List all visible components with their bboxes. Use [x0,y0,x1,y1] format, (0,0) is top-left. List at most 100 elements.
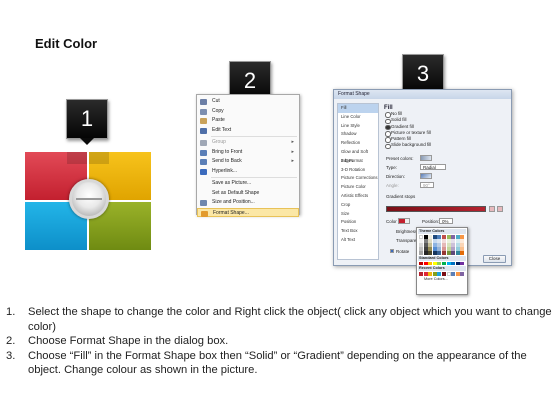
menu-item-label: Save as Picture... [212,180,252,186]
submenu-arrow-icon: ▸ [291,158,294,164]
menu-item-format-shape[interactable]: Format Shape... [197,207,299,217]
remove-stop-button[interactable] [497,206,503,212]
submenu-arrow-icon: ▸ [291,139,294,145]
menu-item-label: Copy [212,107,224,114]
recent-colors-heading: Recent Colors [418,266,466,272]
brightness-label: Brightness [396,229,418,234]
standard-color-grid [419,261,466,266]
instructions-list: 1. Select the shape to change the color a… [6,305,556,378]
menu-item-size-position[interactable]: Size and Position... [197,198,299,208]
menu-item-label: Format Shape... [213,209,249,216]
dialog-sidebar: Fill Line Color Line Style Shadow Reflec… [337,103,379,260]
menu-item-copy[interactable]: Copy [197,107,299,117]
bring-front-icon [200,149,207,156]
direction-label: Direction: [386,174,406,179]
type-dropdown[interactable]: Radial [420,164,446,170]
scissors-icon [200,99,207,105]
menu-separator [211,136,297,137]
theme-colors-heading: Theme Colors [418,229,466,234]
color-palette: Theme Colors Standard Colors Recent Colo… [416,227,468,295]
edit-text-icon [200,127,207,134]
sidebar-item-3d-rotation[interactable]: 3-D Rotation [338,166,378,175]
step-badge-1: 1 [66,99,108,145]
dialog-title: Format Shape [334,90,511,99]
four-quadrant-shape[interactable] [25,152,151,250]
gradient-stops-label: Gradient stops [386,194,416,199]
preset-colors-label: Preset colors: [386,156,414,161]
send-back-icon [200,159,207,165]
size-position-icon [200,200,207,206]
sidebar-item-shadow[interactable]: Shadow [338,130,378,139]
instruction-number: 1. [6,306,16,318]
submenu-arrow-icon: ▸ [291,148,294,155]
close-button[interactable]: Close [483,255,506,263]
more-colors-option[interactable]: More Colors... [418,277,466,282]
instruction-number: 2. [6,335,16,347]
instruction-item: 2. Choose Format Shape in the dialog box. [6,334,556,349]
menu-item-label: Edit Text [212,126,232,133]
sidebar-item-glow[interactable]: Glow and Soft Edges [338,148,378,163]
menu-item-bring-to-front[interactable]: Bring to Front ▸ [197,148,299,158]
sidebar-item-reflection[interactable]: Reflection [338,139,378,148]
menu-item-label: Size and Position... [212,199,255,205]
sidebar-item-line-style[interactable]: Line Style [338,122,378,131]
menu-item-label: Bring to Front [212,148,243,155]
instruction-number: 3. [6,349,16,362]
menu-item-save-as-picture[interactable]: Save as Picture... [197,179,299,189]
instruction-item: 3. Choose “Fill” in the Format Shape box … [6,349,556,378]
menu-separator [211,177,297,178]
type-label: Type: [386,165,398,170]
group-icon [200,140,207,146]
color-picker-button[interactable] [398,218,410,224]
instruction-item: 1. Select the shape to change the color a… [6,305,556,334]
menu-item-send-to-back[interactable]: Send to Back ▸ [197,157,299,167]
menu-item-set-default-shape[interactable]: Set as Default Shape [197,189,299,199]
sidebar-item-alt-text[interactable]: Alt Text [338,236,378,245]
sidebar-item-crop[interactable]: Crop [338,201,378,210]
rotate-label: Rotate [396,249,410,254]
sidebar-item-text-box[interactable]: Text Box [338,227,378,236]
menu-item-hyperlink[interactable]: Hyperlink... [197,167,299,177]
sidebar-item-position[interactable]: Position [338,218,378,227]
add-stop-button[interactable] [489,206,495,212]
menu-item-label: Paste [212,117,225,123]
color-label: Color [386,219,397,224]
sidebar-item-fill[interactable]: Fill [338,104,378,113]
preset-colors-dropdown[interactable] [420,155,432,161]
sidebar-item-artistic-effects[interactable]: Artistic Effects [338,192,378,201]
menu-item-cut[interactable]: Cut [197,97,299,107]
position-input[interactable]: 0% [439,218,453,224]
sidebar-item-3d-format[interactable]: 3-D Format [338,157,378,166]
copy-icon [200,108,207,115]
sidebar-item-size[interactable]: Size [338,210,378,219]
direction-dropdown[interactable] [420,173,432,179]
radio-slide-background-fill[interactable]: Slide background fill [384,142,509,150]
theme-color-grid [419,235,466,255]
menu-item-group[interactable]: Group ▸ [197,138,299,148]
position-label: Position: [422,219,440,224]
context-menu: Cut Copy Paste Edit Text Group ▸ Bring to… [196,94,300,217]
menu-item-edit-text[interactable]: Edit Text [197,126,299,136]
sidebar-item-line-color[interactable]: Line Color [338,113,378,122]
menu-item-label: Hyperlink... [212,167,238,174]
instruction-text: Choose “Fill” in the Format Shape box th… [28,349,527,377]
page-title: Edit Color [35,36,98,51]
standard-colors-heading: Standard Colors [418,255,466,261]
angle-input[interactable]: 90° [420,182,434,188]
rotate-checkbox[interactable] [390,249,394,253]
format-shape-icon [201,210,208,217]
sidebar-item-picture-color[interactable]: Picture Color [338,183,378,192]
instruction-text: Select the shape to change the color and… [28,306,552,333]
menu-item-label: Group [212,139,226,145]
slide: { "title": "Edit Color", "steps": ["1", … [0,0,560,420]
center-circle[interactable] [69,179,109,219]
menu-item-paste[interactable]: Paste [197,116,299,126]
step-badge-3: 3 [402,54,444,100]
sidebar-item-picture-corrections[interactable]: Picture Corrections [338,174,378,183]
instruction-text: Choose Format Shape in the dialog box. [28,335,229,347]
menu-item-label: Set as Default Shape [212,189,260,196]
hyperlink-icon [200,168,207,175]
angle-label: Angle: [386,183,399,188]
gradient-stops-bar[interactable] [386,206,486,212]
recent-color-grid [419,272,466,276]
